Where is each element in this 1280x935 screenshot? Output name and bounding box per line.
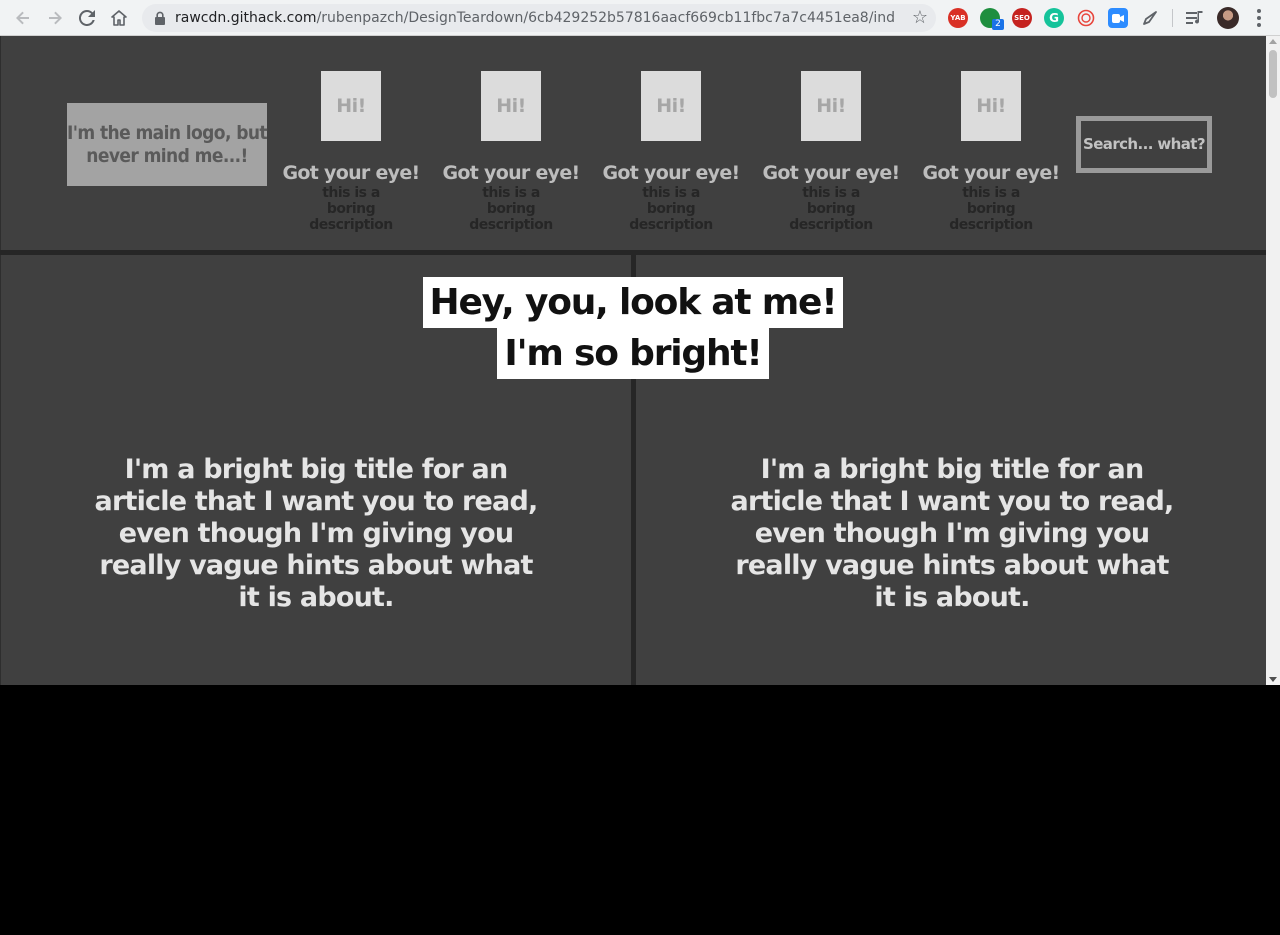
hero-line-1: Hey, you, look at me! bbox=[422, 277, 844, 328]
nav-item-description: this is a boring description bbox=[309, 185, 393, 233]
nav-item-description: this is a boring description bbox=[469, 185, 553, 233]
nav-item-description: this is a boring description bbox=[629, 185, 713, 233]
main-logo[interactable]: I'm the main logo, but never mind me...! bbox=[67, 103, 268, 186]
feather-extension-icon[interactable] bbox=[1140, 8, 1160, 28]
nav-item[interactable]: Hi! Got your eye! this is a boring descr… bbox=[601, 71, 741, 233]
toolbar-separator bbox=[1172, 9, 1173, 27]
grammarly-icon[interactable]: G bbox=[1044, 8, 1064, 28]
lock-icon bbox=[155, 11, 165, 25]
media-playlist-icon[interactable] bbox=[1182, 5, 1208, 31]
browser-toolbar: rawcdn.githack.com/rubenpazch/DesignTear… bbox=[0, 0, 1280, 36]
address-bar[interactable]: rawcdn.githack.com/rubenpazch/DesignTear… bbox=[142, 4, 936, 32]
home-icon[interactable] bbox=[106, 5, 132, 31]
seo-extension-icon[interactable]: SEO bbox=[1012, 8, 1032, 28]
extension-badge: 2 bbox=[992, 19, 1004, 30]
search-input[interactable]: Search... what? bbox=[1076, 116, 1212, 173]
page-scrollbar[interactable] bbox=[1266, 36, 1280, 685]
hero-line-2: I'm so bright! bbox=[497, 328, 769, 379]
nav-item[interactable]: Hi! Got your eye! this is a boring descr… bbox=[441, 71, 581, 233]
site-header: I'm the main logo, but never mind me...!… bbox=[0, 36, 1266, 250]
url-host: rawcdn.githack.com bbox=[175, 10, 317, 26]
nav-item-thumbnail: Hi! bbox=[481, 71, 541, 141]
nav-item-thumbnail: Hi! bbox=[641, 71, 701, 141]
nav-item-title: Got your eye! bbox=[442, 162, 580, 184]
nav-item-title: Got your eye! bbox=[762, 162, 900, 184]
spiral-extension-icon[interactable] bbox=[1076, 8, 1096, 28]
nav-item-thumbnail: Hi! bbox=[961, 71, 1021, 141]
url-path: /rubenpazch/DesignTeardown/6cb429252b578… bbox=[316, 10, 895, 26]
article-title[interactable]: I'm a bright big title for an article th… bbox=[86, 454, 546, 614]
nav-item-title: Got your eye! bbox=[282, 162, 420, 184]
browser-menu-icon[interactable] bbox=[1252, 8, 1266, 28]
nav-item-title: Got your eye! bbox=[922, 162, 1060, 184]
nav-item-description: this is a boring description bbox=[789, 185, 873, 233]
nav-item[interactable]: Hi! Got your eye! this is a boring descr… bbox=[281, 71, 421, 233]
yab-extension-icon[interactable]: YAB bbox=[948, 8, 968, 28]
scroll-down-arrow-icon[interactable] bbox=[1269, 677, 1277, 682]
nav-item[interactable]: Hi! Got your eye! this is a boring descr… bbox=[921, 71, 1061, 233]
url-text: rawcdn.githack.com/rubenpazch/DesignTear… bbox=[175, 10, 895, 26]
nav-item[interactable]: Hi! Got your eye! this is a boring descr… bbox=[761, 71, 901, 233]
zoom-extension-icon[interactable] bbox=[1108, 8, 1128, 28]
back-arrow-icon[interactable] bbox=[10, 5, 36, 31]
bookmark-star-icon[interactable]: ☆ bbox=[912, 8, 928, 28]
scrollbar-thumb[interactable] bbox=[1269, 50, 1277, 98]
nav-item-description: this is a boring description bbox=[949, 185, 1033, 233]
page-viewport: I'm the main logo, but never mind me...!… bbox=[0, 36, 1266, 685]
reload-icon[interactable] bbox=[74, 5, 100, 31]
scroll-up-arrow-icon[interactable] bbox=[1269, 39, 1277, 44]
nav-item-title: Got your eye! bbox=[602, 162, 740, 184]
nav-item-thumbnail: Hi! bbox=[321, 71, 381, 141]
forward-arrow-icon[interactable] bbox=[42, 5, 68, 31]
hero-banner: Hey, you, look at me! I'm so bright! bbox=[0, 277, 1266, 379]
nav-item-thumbnail: Hi! bbox=[801, 71, 861, 141]
profile-avatar[interactable] bbox=[1217, 7, 1239, 29]
article-title[interactable]: I'm a bright big title for an article th… bbox=[722, 454, 1182, 614]
